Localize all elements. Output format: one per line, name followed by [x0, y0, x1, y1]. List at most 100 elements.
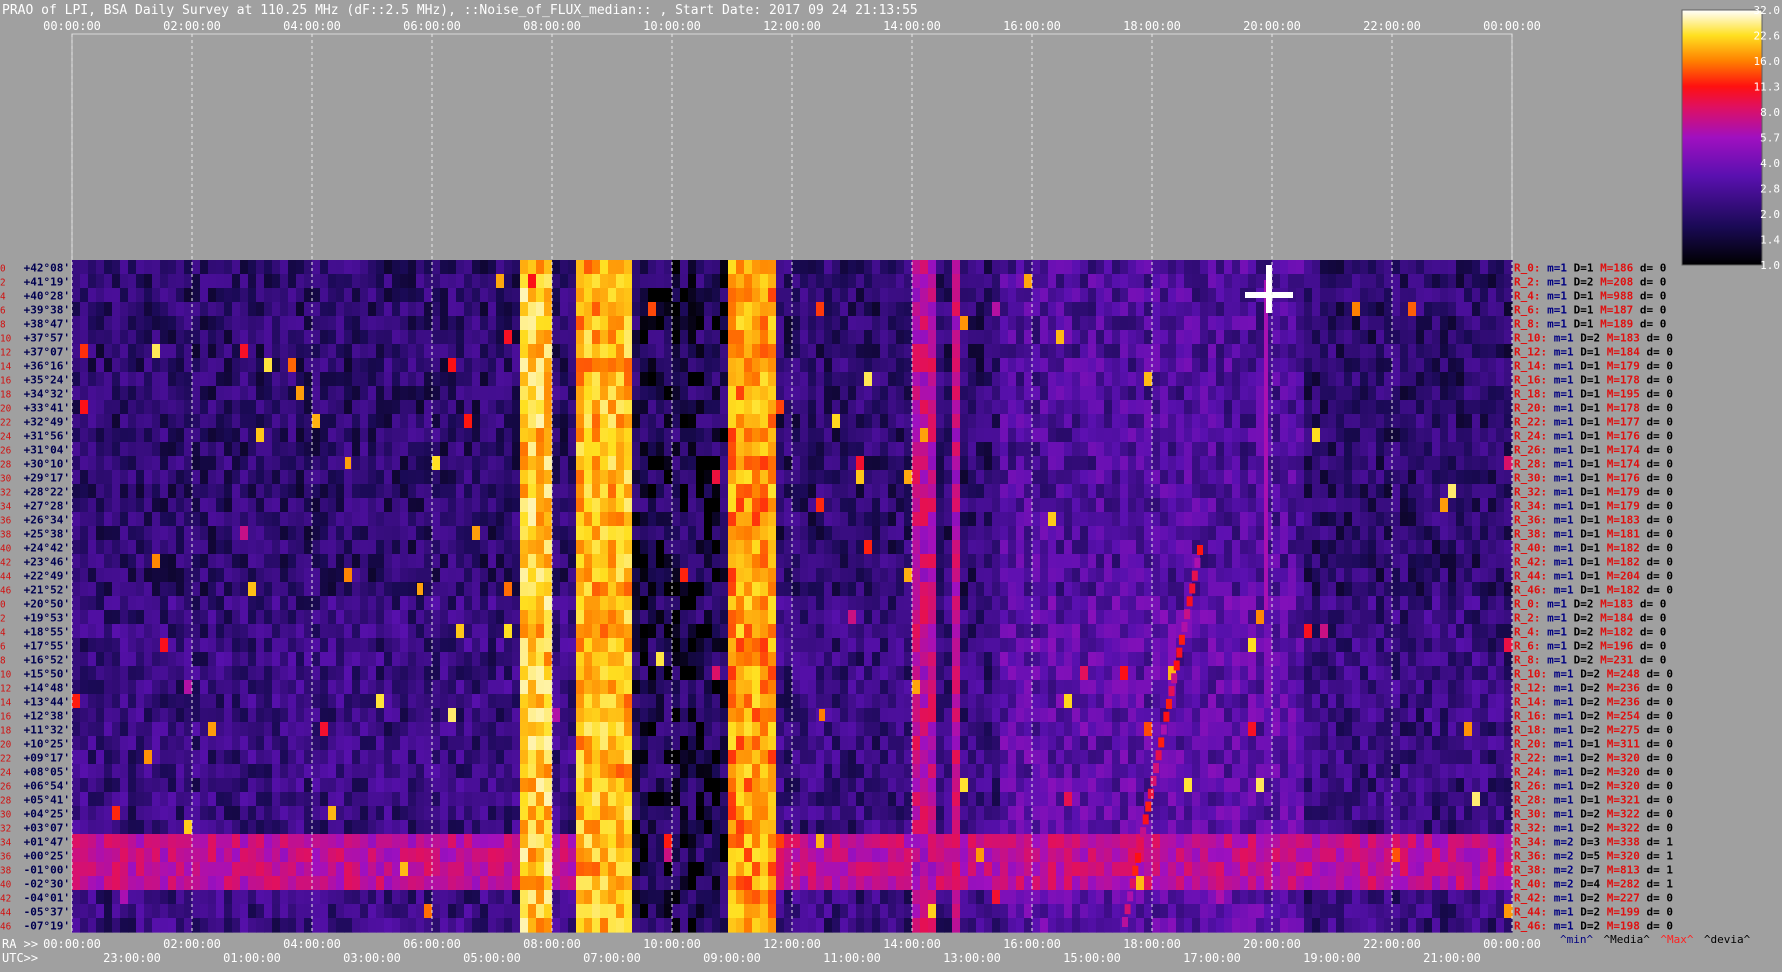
heatmap-cell: [344, 400, 353, 415]
heatmap-cell: [224, 288, 233, 303]
heatmap-cell: [440, 470, 449, 485]
heatmap-cell: [136, 260, 145, 275]
heatmap-cell: [72, 498, 81, 513]
heatmap-cell: [384, 358, 393, 373]
heatmap-cell: [320, 680, 329, 695]
heatmap-cell: [688, 400, 697, 415]
heatmap-cell: [488, 806, 497, 821]
heatmap-cell: [744, 918, 753, 933]
heatmap-cell: [672, 708, 681, 723]
heatmap-cell: [416, 890, 425, 905]
heatmap-cell: [576, 596, 585, 611]
heatmap-cell: [192, 302, 201, 317]
heatmap-cell: [736, 274, 745, 289]
heatmap-cell: [688, 526, 697, 541]
heatmap-cell: [528, 820, 537, 835]
heatmap-cell: [872, 820, 881, 835]
heatmap-cell: [112, 260, 121, 275]
heatmap-cell: [600, 904, 609, 919]
heatmap-cell: [272, 764, 281, 779]
heatmap-cell: [416, 708, 425, 723]
heatmap-cell: [832, 820, 841, 835]
heatmap-cell: [128, 470, 137, 485]
heatmap-cell: [688, 302, 697, 317]
heatmap-cell: [688, 848, 697, 863]
heatmap-cell: [88, 918, 97, 933]
heatmap-cell: [104, 358, 113, 373]
heatmap-cell: [696, 358, 705, 373]
heatmap-cell: [128, 694, 137, 709]
heatmap-cell: [408, 358, 417, 373]
heatmap-cell: [544, 526, 553, 541]
heatmap-cell: [224, 918, 233, 933]
heatmap-cell: [400, 400, 409, 415]
heatmap-cell: [600, 820, 609, 835]
heatmap-cell: [304, 848, 313, 863]
heatmap-cell: [608, 484, 617, 499]
heatmap-cell: [624, 806, 633, 821]
heatmap-cell: [264, 540, 273, 555]
heatmap-cell: [448, 694, 457, 709]
heatmap-cell: [320, 806, 329, 821]
heatmap-cell: [592, 568, 601, 583]
heatmap-cell: [152, 554, 161, 569]
heatmap-cell: [336, 372, 345, 387]
heatmap-cell: [232, 344, 241, 359]
top-tick-label: 00:00:00: [1483, 19, 1541, 33]
heatmap-cell: [192, 344, 201, 359]
heatmap-cell: [888, 736, 897, 751]
heatmap-cell: [136, 582, 145, 597]
heatmap-cell: [208, 274, 217, 289]
heatmap-cell: [720, 876, 729, 891]
heatmap-cell: [728, 680, 737, 695]
heatmap-cell: [840, 316, 849, 331]
heatmap-cell: [280, 694, 289, 709]
heatmap-cell: [272, 792, 281, 807]
heatmap-cell: [96, 302, 105, 317]
heatmap-cell: [400, 778, 409, 793]
heatmap-cell: [896, 666, 905, 681]
heatmap-cell: [600, 890, 609, 905]
heatmap-cell: [872, 484, 881, 499]
heatmap-cell: [168, 470, 177, 485]
heatmap-cell: [528, 694, 537, 709]
heatmap-cell: [616, 470, 625, 485]
heatmap-cell: [192, 792, 201, 807]
heatmap-cell: [744, 890, 753, 905]
heatmap-cell: [752, 848, 761, 863]
heatmap-cell: [328, 638, 337, 653]
heatmap-cell: [216, 568, 225, 583]
heatmap-cell: [568, 554, 577, 569]
heatmap-cell: [664, 792, 673, 807]
heatmap-cell: [600, 806, 609, 821]
heatmap-cell: [880, 862, 889, 877]
heatmap-cell: [632, 386, 641, 401]
heatmap-cell: [392, 344, 401, 359]
heatmap-cell: [96, 582, 105, 597]
heatmap-cell: [864, 512, 873, 527]
heatmap-cell: [816, 610, 825, 625]
heatmap-cell: [80, 302, 89, 317]
heatmap-cell: [112, 526, 121, 541]
heatmap-cell: [328, 778, 337, 793]
heatmap-cell: [272, 470, 281, 485]
heatmap-cell: [144, 470, 153, 485]
heatmap-cell: [720, 498, 729, 513]
heatmap-cell: [528, 582, 537, 597]
heatmap-cell: [352, 792, 361, 807]
heatmap-cell: [376, 778, 385, 793]
heatmap-cell: [848, 274, 857, 289]
heatmap-cell: [328, 834, 337, 849]
heatmap-cell: [232, 694, 241, 709]
heatmap-cell: [264, 358, 273, 373]
heatmap-cell: [728, 582, 737, 597]
heatmap-cell: [456, 806, 465, 821]
heatmap-cell: [392, 764, 401, 779]
heatmap-cell: [704, 736, 713, 751]
heatmap-cell: [368, 638, 377, 653]
heatmap-cell: [760, 554, 769, 569]
heatmap-cell: [656, 736, 665, 751]
heatmap-cell: [464, 386, 473, 401]
heatmap-cell: [680, 442, 689, 457]
heatmap-cell: [432, 876, 441, 891]
